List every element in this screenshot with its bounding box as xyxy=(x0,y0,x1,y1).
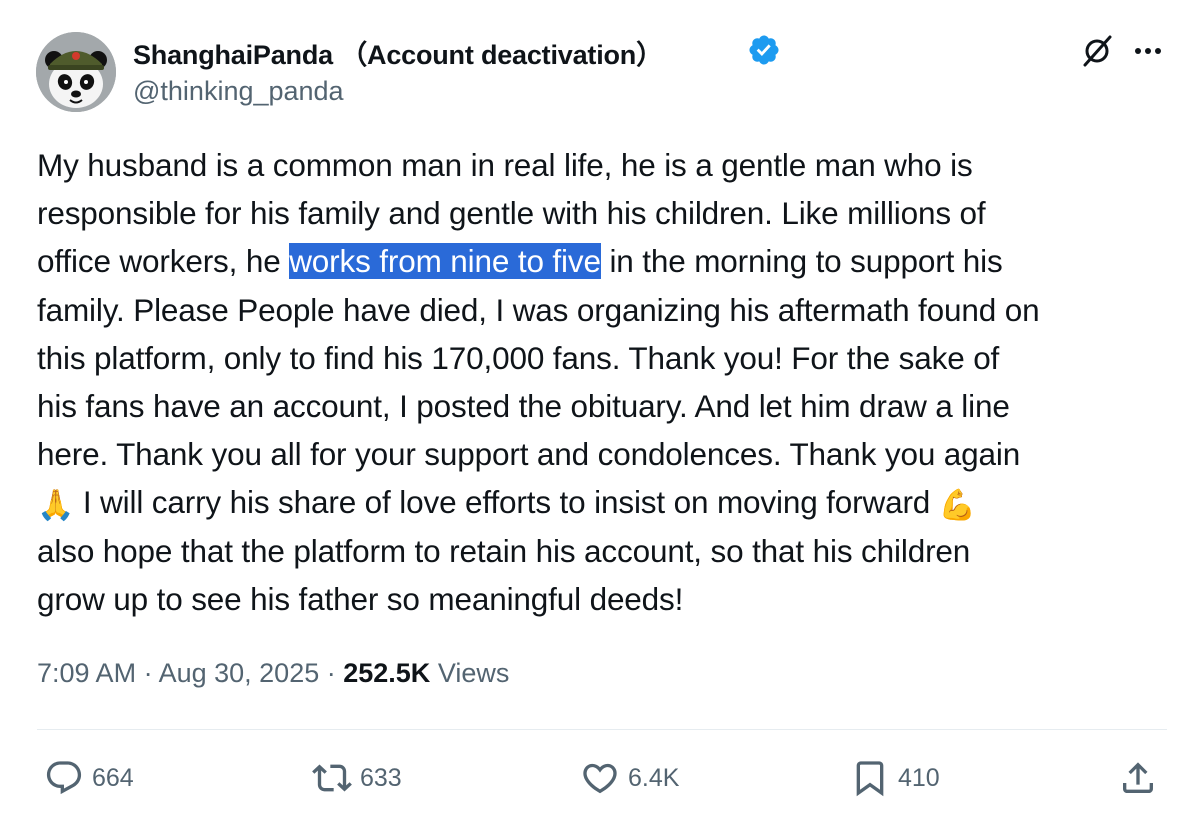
tweet-text-segment: family. Please People have died, I was o… xyxy=(37,291,1040,328)
views-label: Views xyxy=(430,658,510,688)
bookmark-button[interactable]: 410 xyxy=(850,757,940,799)
bookmark-icon xyxy=(856,761,884,797)
tweet-time[interactable]: 7:09 AM xyxy=(37,658,136,688)
tweet-meta: 7:09 AM · Aug 30, 2025 · 252.5K Views xyxy=(37,658,509,689)
reply-count: 664 xyxy=(92,763,134,792)
tweet-text-segment: his fans have an account, I posted the o… xyxy=(37,387,1010,424)
like-button[interactable]: 6.4K xyxy=(580,757,679,799)
verified-badge-icon[interactable] xyxy=(747,33,781,67)
reply-button[interactable]: 664 xyxy=(44,757,134,799)
repost-count: 633 xyxy=(360,763,402,792)
tweet-text-segment: this platform, only to find his 170,000 … xyxy=(37,339,1000,376)
tweet-text-segment: in the morning to support his xyxy=(600,243,1003,280)
tweet-date[interactable]: Aug 30, 2025 xyxy=(159,658,320,688)
more-icon[interactable] xyxy=(1130,36,1166,66)
tweet-line: also hope that the platform to retain hi… xyxy=(37,527,1162,575)
repost-icon xyxy=(312,764,352,792)
tweet-text-segment: responsible for his family and gentle wi… xyxy=(37,195,986,232)
tweet-text-segment: grow up to see his father so meaningful … xyxy=(37,580,684,617)
repost-button[interactable]: 633 xyxy=(312,757,402,799)
tweet-text-segment: here. Thank you all for your support and… xyxy=(37,436,1021,473)
views-count: 252.5K xyxy=(343,658,431,688)
reply-icon xyxy=(46,761,82,795)
tweet-text: My husband is a common man in real life,… xyxy=(37,141,1162,623)
tweet-text-segment: office workers, he xyxy=(37,243,290,280)
meta-separator: · xyxy=(319,658,344,688)
tweet-text-segment: also hope that the platform to retain hi… xyxy=(37,532,971,569)
divider xyxy=(37,729,1167,730)
meta-separator: · xyxy=(136,658,159,688)
tweet-text-segment: I will carry his share of love efforts t… xyxy=(74,484,939,521)
tweet-line: My husband is a common man in real life,… xyxy=(37,141,1162,189)
author-handle[interactable]: @thinking_panda xyxy=(133,76,344,107)
bookmark-count: 410 xyxy=(898,763,940,792)
heart-icon xyxy=(583,763,617,794)
author-display-name[interactable]: ShanghaiPanda （Account deactivation） xyxy=(133,33,663,72)
tweet-line: here. Thank you all for your support and… xyxy=(37,430,1162,478)
tweet-line: 🙏 I will carry his share of love efforts… xyxy=(37,478,1162,526)
tweet-text-segment: My husband is a common man in real life,… xyxy=(37,147,973,183)
tweet-line: his fans have an account, I posted the o… xyxy=(37,382,1162,430)
tweet-line: family. Please People have died, I was o… xyxy=(37,286,1162,334)
tweet-line: this platform, only to find his 170,000 … xyxy=(37,334,1162,382)
share-button[interactable] xyxy=(1118,757,1166,799)
tweet-line: office workers, he works from nine to fi… xyxy=(37,237,1162,285)
panda-avatar-image xyxy=(36,32,116,112)
grok-icon[interactable] xyxy=(1080,34,1114,68)
avatar[interactable] xyxy=(36,32,116,112)
flexed-biceps-emoji-icon: 💪 xyxy=(938,489,976,523)
tweet-line: grow up to see his father so meaningful … xyxy=(37,575,1162,623)
share-icon xyxy=(1123,762,1153,793)
folded-hands-emoji-icon: 🙏 xyxy=(37,489,75,523)
like-count: 6.4K xyxy=(628,763,680,792)
tweet-line: responsible for his family and gentle wi… xyxy=(37,189,1162,237)
selected-text-highlight[interactable]: works from nine to five xyxy=(289,243,601,280)
